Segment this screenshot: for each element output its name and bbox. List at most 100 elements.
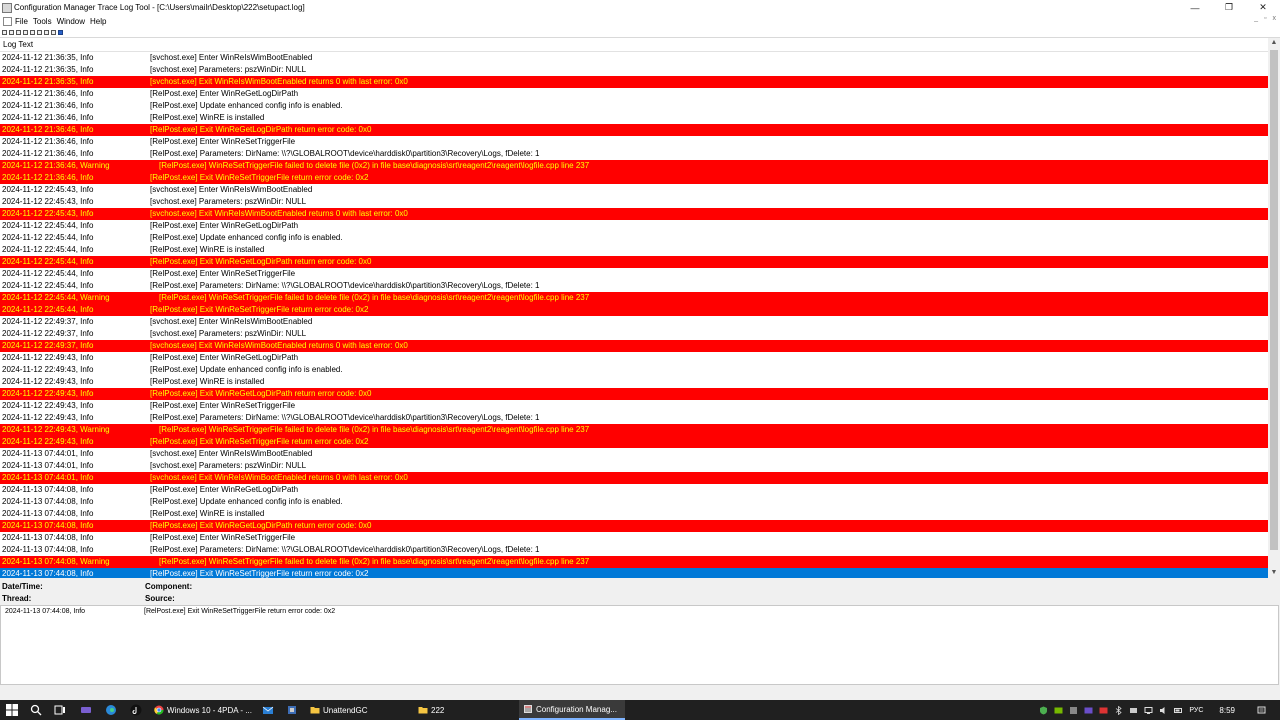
log-row[interactable]: 2024-11-13 07:44:08, Warning [RelPost.exe…: [0, 556, 1268, 568]
log-row[interactable]: 2024-11-12 22:45:44, Warning [RelPost.exe…: [0, 292, 1268, 304]
log-row[interactable]: 2024-11-13 07:44:08, Info [RelPost.exe] E…: [0, 484, 1268, 496]
log-row[interactable]: 2024-11-12 22:45:44, Info [RelPost.exe] W…: [0, 244, 1268, 256]
log-row[interactable]: 2024-11-12 21:36:46, Warning [RelPost.exe…: [0, 160, 1268, 172]
log-row[interactable]: 2024-11-12 21:36:46, Info [RelPost.exe] E…: [0, 172, 1268, 184]
menu-tools[interactable]: Tools: [32, 17, 56, 26]
tiktok-icon[interactable]: [130, 704, 142, 716]
log-row[interactable]: 2024-11-13 07:44:01, Info [svchost.exe] E…: [0, 472, 1268, 484]
log-row[interactable]: 2024-11-13 07:44:08, Info [RelPost.exe] E…: [0, 568, 1268, 578]
log-row[interactable]: 2024-11-13 07:44:01, Info [svchost.exe] E…: [0, 448, 1268, 460]
log-row[interactable]: 2024-11-12 22:49:43, Info [RelPost.exe] E…: [0, 400, 1268, 412]
taskbar-app-chrome[interactable]: Windows 10 - 4PDA - ...: [150, 700, 254, 720]
log-row[interactable]: 2024-11-13 07:44:08, Info [RelPost.exe] E…: [0, 532, 1268, 544]
vertical-scrollbar[interactable]: ▲ ▼: [1268, 38, 1280, 578]
language-indicator[interactable]: РУС: [1189, 707, 1203, 714]
log-row[interactable]: 2024-11-12 22:49:43, Info [RelPost.exe] E…: [0, 436, 1268, 448]
vpn-icon[interactable]: [1084, 706, 1093, 715]
log-row[interactable]: 2024-11-12 22:45:44, Info [RelPost.exe] E…: [0, 268, 1268, 280]
notification-icon[interactable]: [1257, 706, 1266, 715]
scroll-down-icon[interactable]: ▼: [1268, 568, 1280, 578]
log-list[interactable]: Log Text 2024-11-12 21:36:35, Info [svcho…: [0, 38, 1280, 578]
scrollbar-thumb[interactable]: [1270, 50, 1278, 550]
pause-icon[interactable]: [51, 29, 56, 35]
log-row[interactable]: 2024-11-12 22:45:44, Info [RelPost.exe] E…: [0, 220, 1268, 232]
shield-icon[interactable]: [1039, 706, 1048, 715]
columns-icon[interactable]: [58, 29, 63, 35]
find-icon[interactable]: [23, 29, 28, 35]
mail-icon[interactable]: [262, 704, 274, 716]
print-icon[interactable]: [9, 29, 14, 35]
filter-icon[interactable]: [37, 29, 42, 35]
log-row[interactable]: 2024-11-12 21:36:35, Info [svchost.exe] E…: [0, 52, 1268, 64]
log-row[interactable]: 2024-11-12 22:45:43, Info [svchost.exe] E…: [0, 208, 1268, 220]
menu-file[interactable]: File: [14, 17, 32, 26]
nvidia-icon[interactable]: [1054, 706, 1063, 715]
log-row[interactable]: 2024-11-13 07:44:08, Info [RelPost.exe] W…: [0, 508, 1268, 520]
log-row-datetime: 2024-11-12 22:49:43, Info: [2, 401, 94, 410]
log-row[interactable]: 2024-11-12 21:36:46, Info [RelPost.exe] P…: [0, 148, 1268, 160]
mdi-minimize-button[interactable]: _: [1254, 15, 1258, 22]
menu-window[interactable]: Window: [56, 17, 89, 26]
log-row[interactable]: 2024-11-13 07:44:01, Info [svchost.exe] P…: [0, 460, 1268, 472]
log-text-column-header[interactable]: Log Text: [0, 38, 1268, 52]
document-icon[interactable]: [3, 16, 12, 26]
close-button[interactable]: ✕: [1246, 0, 1280, 15]
message-detail-box[interactable]: 2024-11-13 07:44:08, Info [RelPost.exe] …: [0, 605, 1279, 685]
security-icon[interactable]: [286, 704, 298, 716]
copy-icon[interactable]: [16, 29, 21, 35]
log-row[interactable]: 2024-11-12 22:45:44, Info [RelPost.exe] U…: [0, 232, 1268, 244]
log-row[interactable]: 2024-11-12 22:45:44, Info [RelPost.exe] E…: [0, 256, 1268, 268]
battery-icon[interactable]: [1174, 706, 1183, 715]
record-icon[interactable]: [1099, 706, 1108, 715]
log-row[interactable]: 2024-11-12 22:45:44, Info [RelPost.exe] P…: [0, 280, 1268, 292]
mdi-restore-button[interactable]: ▫: [1264, 15, 1266, 22]
log-row[interactable]: 2024-11-12 22:49:37, Info [svchost.exe] E…: [0, 340, 1268, 352]
log-row[interactable]: 2024-11-12 21:36:46, Info [RelPost.exe] U…: [0, 100, 1268, 112]
search-icon[interactable]: [30, 704, 42, 716]
log-row[interactable]: 2024-11-12 22:49:37, Info [svchost.exe] E…: [0, 316, 1268, 328]
bluetooth-icon[interactable]: [1114, 705, 1123, 715]
log-row[interactable]: 2024-11-12 22:49:43, Info [RelPost.exe] U…: [0, 364, 1268, 376]
log-row[interactable]: 2024-11-12 22:49:43, Info [RelPost.exe] E…: [0, 388, 1268, 400]
log-row[interactable]: 2024-11-12 22:49:43, Info [RelPost.exe] P…: [0, 412, 1268, 424]
log-row[interactable]: 2024-11-12 21:36:46, Info [RelPost.exe] W…: [0, 112, 1268, 124]
minimize-button[interactable]: —: [1178, 0, 1212, 15]
app-tray-icon[interactable]: [1069, 706, 1078, 715]
error-lookup-icon[interactable]: [44, 29, 49, 35]
log-row[interactable]: 2024-11-12 22:45:43, Info [svchost.exe] P…: [0, 196, 1268, 208]
clock[interactable]: 8:59: [1219, 706, 1235, 715]
log-row[interactable]: 2024-11-12 22:49:43, Info [RelPost.exe] E…: [0, 352, 1268, 364]
log-row[interactable]: 2024-11-13 07:44:08, Info [RelPost.exe] E…: [0, 520, 1268, 532]
log-row[interactable]: 2024-11-12 21:36:46, Info [RelPost.exe] E…: [0, 88, 1268, 100]
log-row[interactable]: 2024-11-13 07:44:08, Info [RelPost.exe] P…: [0, 544, 1268, 556]
log-row[interactable]: 2024-11-12 21:36:46, Info [RelPost.exe] E…: [0, 124, 1268, 136]
taskbar-app-222[interactable]: 222: [414, 700, 518, 720]
log-row[interactable]: 2024-11-12 22:49:43, Info [RelPost.exe] W…: [0, 376, 1268, 388]
log-row[interactable]: 2024-11-12 21:36:35, Info [svchost.exe] E…: [0, 76, 1268, 88]
app-launcher-icon[interactable]: [80, 704, 92, 716]
log-row[interactable]: 2024-11-12 21:36:46, Info [RelPost.exe] E…: [0, 136, 1268, 148]
windows-start-icon[interactable]: [6, 704, 18, 716]
log-row[interactable]: 2024-11-12 22:49:43, Warning [RelPost.exe…: [0, 424, 1268, 436]
task-view-icon[interactable]: [54, 704, 66, 716]
log-row[interactable]: 2024-11-12 22:45:43, Info [svchost.exe] E…: [0, 184, 1268, 196]
log-row-text: [RelPost.exe] WinReSetTriggerFile failed…: [159, 425, 590, 434]
open-icon[interactable]: [2, 29, 7, 35]
highlight-icon[interactable]: [30, 29, 35, 35]
log-row[interactable]: 2024-11-12 22:45:44, Info [RelPost.exe] E…: [0, 304, 1268, 316]
taskbar-app-cmtrace[interactable]: Configuration Manag...: [519, 700, 625, 720]
volume-icon[interactable]: [1159, 706, 1168, 715]
taskbar-app-unattendgc[interactable]: UnattendGC: [306, 700, 410, 720]
log-row-datetime: 2024-11-12 21:36:46, Info: [2, 149, 94, 158]
app-icon[interactable]: [2, 2, 12, 13]
maximize-button[interactable]: ❐: [1212, 0, 1246, 15]
menu-help[interactable]: Help: [89, 17, 110, 26]
log-row[interactable]: 2024-11-12 22:49:37, Info [svchost.exe] P…: [0, 328, 1268, 340]
log-row[interactable]: 2024-11-13 07:44:08, Info [RelPost.exe] U…: [0, 496, 1268, 508]
tray-app-icon[interactable]: [1129, 706, 1138, 715]
log-row[interactable]: 2024-11-12 21:36:35, Info [svchost.exe] P…: [0, 64, 1268, 76]
mdi-close-button[interactable]: x: [1273, 15, 1277, 22]
network-icon[interactable]: [1144, 706, 1153, 715]
scroll-up-icon[interactable]: ▲: [1268, 38, 1280, 48]
edge-icon[interactable]: [105, 704, 117, 716]
